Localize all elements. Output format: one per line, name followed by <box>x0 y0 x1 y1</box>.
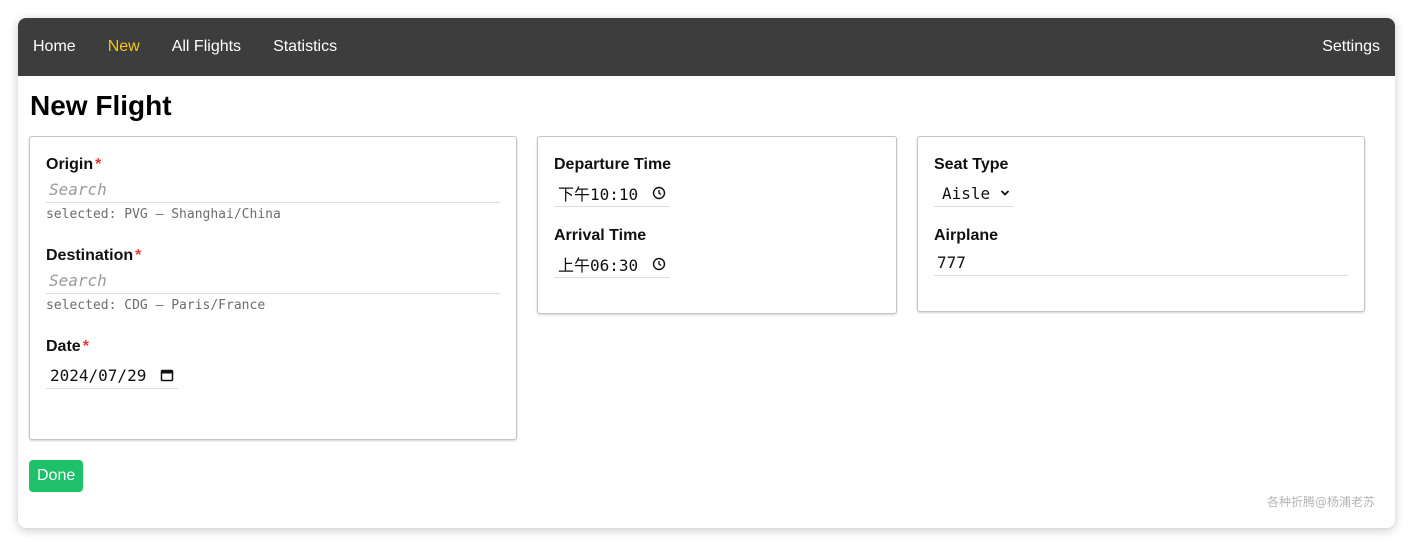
done-button[interactable]: Done <box>29 460 84 492</box>
app-window: Home New All Flights Statistics Settings… <box>18 18 1395 528</box>
origin-field: Origin* selected: PVG – Shanghai/China <box>46 155 500 223</box>
airplane-field: Airplane <box>934 226 1348 276</box>
watermark: 各种折腾@杨浦老苏 <box>1266 495 1375 509</box>
departure-label: Departure Time <box>554 156 672 173</box>
date-field: Date * 2024/07/29 <box>46 337 500 389</box>
arrival-field: Arrival Time 上午06:30 <box>554 226 880 278</box>
nav-home[interactable]: Home <box>33 38 76 56</box>
arrival-label: Arrival Time <box>554 227 647 244</box>
route-card: Origin* selected: PVG – Shanghai/China D… <box>29 136 517 440</box>
date-label: Date * <box>46 338 89 355</box>
arrival-time-value: 上午06:30 <box>558 256 639 275</box>
nav-statistics[interactable]: Statistics <box>273 38 337 56</box>
origin-search-input[interactable] <box>46 175 500 203</box>
date-input[interactable]: 2024/07/29 <box>46 361 179 389</box>
nav-settings[interactable]: Settings <box>1322 38 1380 55</box>
calendar-icon[interactable] <box>160 368 174 382</box>
arrival-time-input[interactable]: 上午06:30 <box>554 250 671 278</box>
chevron-down-icon[interactable] <box>1000 189 1010 197</box>
times-card: Departure Time 下午10:10 Arrival Time 上午06… <box>537 136 897 314</box>
destination-label: Destination * <box>46 247 142 264</box>
destination-selected-text: selected: CDG – Paris/France <box>46 298 266 313</box>
origin-selected-text: selected: PVG – Shanghai/China <box>46 207 281 222</box>
departure-time-value: 下午10:10 <box>558 185 639 204</box>
clock-icon[interactable] <box>652 186 666 200</box>
origin-label: Origin * <box>46 156 102 173</box>
required-mark: * <box>82 338 89 355</box>
top-navbar: Home New All Flights Statistics Settings <box>18 18 1395 76</box>
seat-card: Seat Type Aisle Airplane <box>917 136 1365 312</box>
seat-type-label: Seat Type <box>934 156 1009 173</box>
required-mark: * <box>95 156 102 173</box>
date-value: 2024/07/29 <box>50 365 147 385</box>
departure-field: Departure Time 下午10:10 <box>554 155 880 207</box>
seat-type-value: Aisle <box>942 183 991 203</box>
seat-type-field: Seat Type Aisle <box>934 155 1348 207</box>
required-mark: * <box>135 247 142 264</box>
nav-links: Home New All Flights Statistics <box>33 38 337 56</box>
destination-field: Destination* selected: CDG – Paris/Franc… <box>46 246 500 314</box>
nav-new[interactable]: New <box>108 38 140 56</box>
seat-type-select[interactable]: Aisle <box>934 179 1015 207</box>
nav-right: Settings <box>1322 38 1380 56</box>
clock-icon[interactable] <box>652 257 666 271</box>
page-title: New Flight <box>30 90 172 121</box>
airplane-label: Airplane <box>934 227 999 244</box>
airplane-input[interactable] <box>934 248 1348 276</box>
departure-time-input[interactable]: 下午10:10 <box>554 179 671 207</box>
destination-search-input[interactable] <box>46 266 500 294</box>
nav-all-flights[interactable]: All Flights <box>172 38 241 56</box>
